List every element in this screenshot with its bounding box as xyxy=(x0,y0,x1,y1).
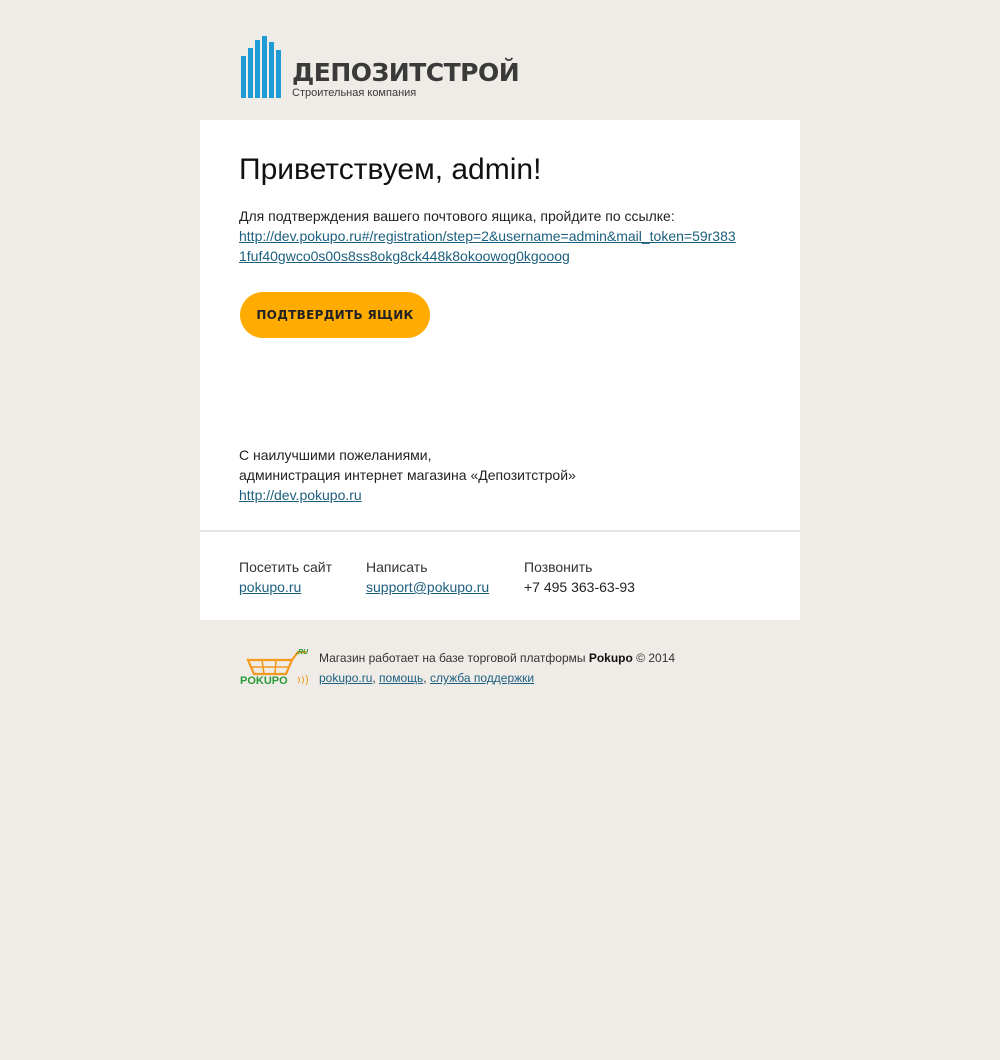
contact-phone: +7 495 363-63-93 xyxy=(524,579,635,595)
pokupo-logo-suffix: .RU xyxy=(296,649,309,656)
confirm-mailbox-button[interactable]: ПОДТВЕРДИТЬ ЯЩИК xyxy=(240,292,430,338)
confirm-link[interactable]: http://dev.pokupo.ru#/registration/step=… xyxy=(239,228,736,264)
intro-text: Для подтверждения вашего почтового ящика… xyxy=(239,208,675,224)
copyright: © 2014 xyxy=(636,651,676,665)
greeting-heading: Приветствуем, admin! xyxy=(239,153,542,186)
contact-email-link[interactable]: support@pokupo.ru xyxy=(366,577,489,597)
signature-line-1: С наилучшими пожеланиями, xyxy=(239,447,432,463)
contact-write: Написать support@pokupo.ru xyxy=(366,557,489,597)
message-card: Приветствуем, admin! Для подтверждения в… xyxy=(200,120,800,620)
contact-call: Позвонить +7 495 363-63-93 xyxy=(524,557,635,597)
brand-tagline: Строительная компания xyxy=(292,87,417,99)
brand-name: ДЕПОЗИТСТРОЙ xyxy=(292,58,520,87)
pokupo-logo-text: POKUPO xyxy=(240,675,288,686)
intro-block: Для подтверждения вашего почтового ящика… xyxy=(239,206,739,266)
pokupo-cart-logo-icon: .RU POKUPO xyxy=(240,649,309,686)
signature-block: С наилучшими пожеланиями, администрация … xyxy=(239,445,576,505)
footer-text: Магазин работает на базе торговой платфо… xyxy=(319,651,676,685)
footer-link-help[interactable]: помощь xyxy=(379,671,423,685)
contact-visit-link[interactable]: pokupo.ru xyxy=(239,577,332,597)
contacts-bar: Посетить сайт pokupo.ru Написать support… xyxy=(200,532,800,620)
platform-footer: .RU POKUPO Магазин работает на базе торг… xyxy=(240,646,760,690)
signature-line-2: администрация интернет магазина «Депозит… xyxy=(239,467,576,483)
building-logo-icon xyxy=(241,36,281,98)
platform-text: Магазин работает на базе торговой платфо… xyxy=(319,651,586,665)
contact-visit-label: Посетить сайт xyxy=(239,559,333,575)
contact-visit: Посетить сайт pokupo.ru xyxy=(239,557,332,597)
footer-link-support[interactable]: служба поддержки xyxy=(430,671,534,685)
contact-call-label: Позвонить xyxy=(524,559,593,575)
signature-link[interactable]: http://dev.pokupo.ru xyxy=(239,487,362,503)
contact-write-label: Написать xyxy=(366,559,428,575)
message-body: Приветствуем, admin! Для подтверждения в… xyxy=(200,120,800,530)
brand-logo: ДЕПОЗИТСТРОЙ Строительная компания xyxy=(240,36,520,100)
footer-link-pokupo[interactable]: pokupo.ru xyxy=(319,671,372,685)
email-page: ДЕПОЗИТСТРОЙ Строительная компания Приве… xyxy=(0,0,1000,1060)
platform-name: Pokupo xyxy=(588,651,633,665)
